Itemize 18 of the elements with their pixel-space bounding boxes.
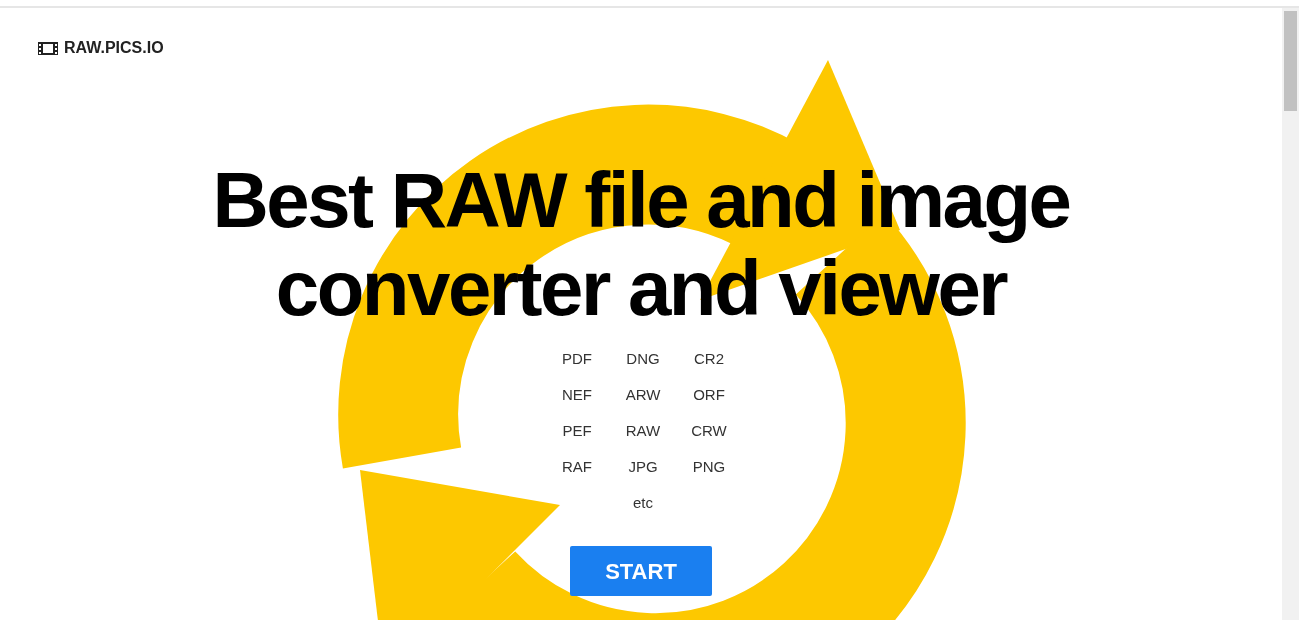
format-label: RAF — [562, 458, 592, 475]
format-label: RAW — [625, 422, 661, 439]
format-label: NEF — [562, 386, 592, 403]
format-label: PNG — [692, 458, 726, 475]
format-label: etc — [633, 494, 653, 511]
logo-text: RAW.PICS.IO — [64, 38, 164, 58]
format-label: PEF — [562, 422, 592, 439]
format-label: DNG — [626, 350, 660, 367]
start-button[interactable]: START — [570, 546, 712, 596]
format-label: CRW — [691, 422, 727, 439]
format-label: PDF — [562, 350, 592, 367]
format-label: CR2 — [694, 350, 724, 367]
format-label: JPG — [628, 458, 658, 475]
film-icon — [38, 41, 58, 55]
scrollbar[interactable] — [1282, 8, 1299, 620]
scrollbar-thumb[interactable] — [1284, 11, 1297, 111]
format-label: ARW — [625, 386, 661, 403]
format-label: ORF — [693, 386, 725, 403]
